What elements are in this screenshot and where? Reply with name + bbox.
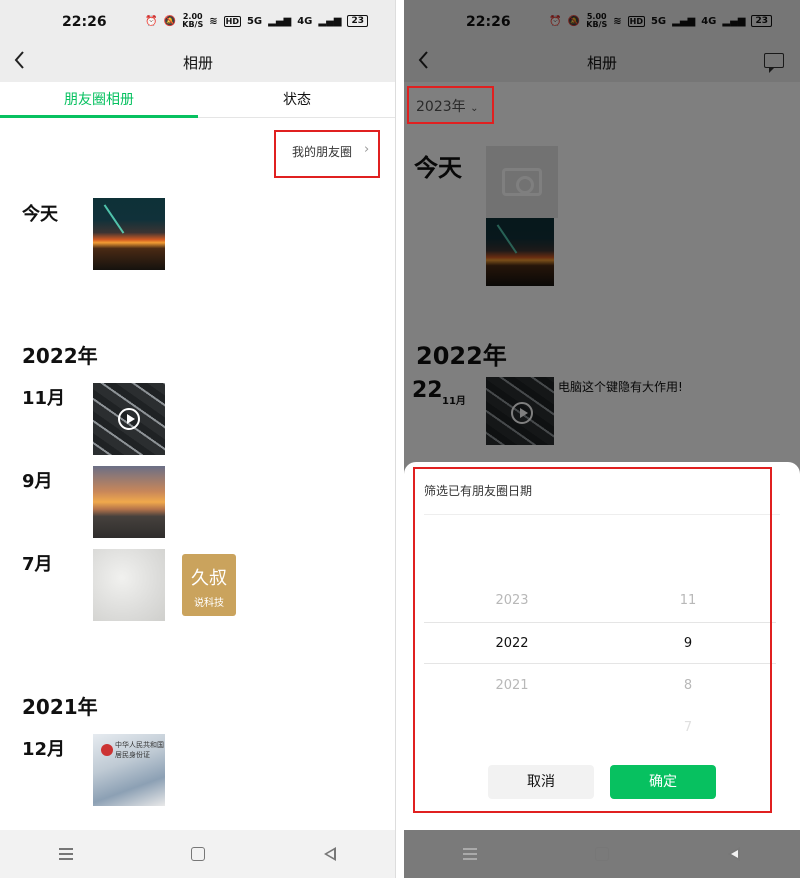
idcard-text: 中华人民共和国 居民身份证	[115, 741, 164, 759]
status-time: 22:26	[62, 14, 107, 30]
home-icon[interactable]	[178, 842, 218, 866]
status-bar: 22:26 ⏰ 🔕 2.00 KB/S ≋ HD 5G ▂▄▆ 4G ▂▄▆ 23	[0, 0, 395, 40]
photo-thumbnail[interactable]	[93, 466, 165, 538]
system-nav-bar	[0, 830, 395, 878]
menu-icon[interactable]	[46, 842, 86, 866]
highlight-box-date-sheet	[413, 467, 772, 813]
hd-badge: HD	[223, 15, 241, 27]
chevron-right-icon: ›	[364, 142, 370, 157]
year-2022-heading: 2022年	[22, 344, 98, 368]
mute-icon: 🔕	[163, 15, 177, 27]
emblem-icon	[101, 744, 113, 756]
net-speed: 2.00 KB/S	[182, 13, 203, 29]
logo-text-large: 久叔	[191, 568, 227, 589]
net-speed-unit: KB/S	[182, 20, 204, 29]
signal-icon: ▂▄▆	[268, 15, 292, 27]
month-december: 12月	[22, 739, 66, 760]
month-july: 7月	[22, 554, 53, 575]
left-screen: 22:26 ⏰ 🔕 2.00 KB/S ≋ HD 5G ▂▄▆ 4G ▂▄▆ 23…	[0, 0, 396, 878]
light-streak	[103, 204, 125, 234]
signal-5g: 5G	[246, 15, 263, 27]
photo-thumbnail[interactable]	[93, 198, 165, 270]
photo-thumbnail[interactable]	[93, 549, 165, 621]
status-icons: ⏰ 🔕 2.00 KB/S ≋ HD 5G ▂▄▆ 4G ▂▄▆ 23	[145, 13, 368, 29]
label-today: 今天	[22, 204, 58, 225]
page-title: 相册	[182, 54, 213, 72]
year-2021-heading: 2021年	[22, 695, 98, 719]
battery-icon: 23	[347, 15, 368, 27]
my-moments-link[interactable]: 我的朋友圈	[292, 143, 352, 160]
home-icon[interactable]	[582, 842, 622, 866]
video-thumbnail[interactable]	[93, 383, 165, 455]
nav-bar: 相册	[0, 40, 395, 82]
right-screen: 22:26 ⏰ 🔕 5.00KB/S ≋ HD 5G ▂▄▆ 4G ▂▄▆ 23…	[404, 0, 800, 878]
signal-icon-2: ▂▄▆	[318, 15, 342, 27]
month-november: 11月	[22, 388, 66, 409]
triangle-back-icon[interactable]	[310, 842, 350, 866]
logo-text-small: 说科技	[194, 598, 224, 609]
photo-thumbnail-logo[interactable]: 久叔 说科技	[182, 554, 236, 616]
triangle-back-icon[interactable]	[714, 842, 754, 866]
photo-thumbnail[interactable]: 中华人民共和国 居民身份证	[93, 734, 165, 806]
alarm-icon: ⏰	[145, 15, 158, 27]
highlight-box-year-filter	[407, 86, 494, 124]
tab-bar: 朋友圈相册 状态	[0, 82, 395, 118]
tab-status[interactable]: 状态	[198, 82, 395, 117]
play-icon	[118, 408, 140, 430]
system-nav-bar	[404, 830, 800, 878]
tab-moments-album[interactable]: 朋友圈相册	[0, 82, 198, 118]
menu-icon[interactable]	[450, 842, 490, 866]
signal-4g: 4G	[297, 15, 313, 27]
wifi-icon: ≋	[209, 15, 218, 27]
month-september: 9月	[22, 471, 53, 492]
